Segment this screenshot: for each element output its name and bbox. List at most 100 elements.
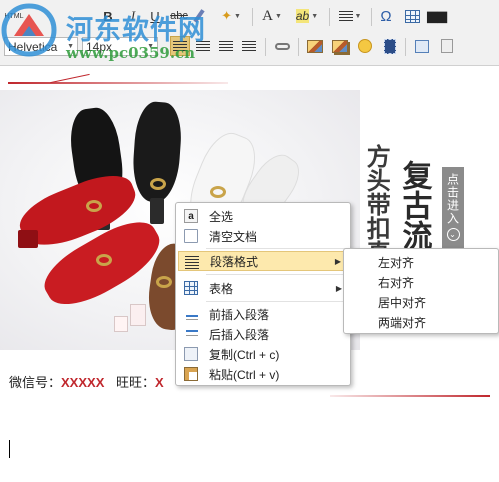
toolbar-separator <box>371 8 372 26</box>
chevron-down-icon: ▼ <box>274 12 282 20</box>
insert-table-button[interactable] <box>403 6 421 26</box>
context-menu-item-insert-paragraph-before[interactable]: 前插入段落 <box>178 304 348 324</box>
highlight-label: ab <box>295 9 310 23</box>
binoculars-icon: ▆▆ <box>427 8 447 23</box>
submenu-item-align-center[interactable]: 居中对齐 <box>346 292 496 312</box>
insert-multi-image-button[interactable] <box>330 36 350 56</box>
banner-headline-secondary: 方头带扣真 <box>362 144 392 264</box>
menu-separator <box>206 248 346 249</box>
watermark-title: 河东软件网 <box>66 15 206 46</box>
font-color-button[interactable]: A ▼ <box>258 6 286 26</box>
template-icon <box>415 39 429 53</box>
toolbar-separator <box>329 8 330 26</box>
context-menu-item-table[interactable]: 表格 ▶ <box>178 278 348 298</box>
table-icon <box>184 281 198 295</box>
menu-item-label: 清空文档 <box>209 229 258 244</box>
clipboard-icon <box>441 39 453 53</box>
insert-video-button[interactable] <box>380 36 400 56</box>
images-icon <box>332 39 348 53</box>
menu-item-label: 后插入段落 <box>209 327 270 342</box>
toolbar-separator <box>252 8 253 26</box>
menu-item-label: 粘贴(Ctrl + v) <box>209 367 280 382</box>
menu-item-label: 复制(Ctrl + c) <box>209 347 280 362</box>
line-height-button[interactable]: ▼ <box>335 6 365 26</box>
wangwang-label: 旺旺： <box>116 375 156 390</box>
gold-buckle <box>96 254 112 266</box>
align-justify-button[interactable] <box>239 36 259 56</box>
toolbar-separator <box>405 38 406 56</box>
chevron-down-icon: ▼ <box>354 12 362 20</box>
banner-enter-button[interactable]: 点击进入 ⌄ <box>442 167 464 249</box>
align-justify-icon <box>242 40 256 52</box>
insert-emoji-button[interactable] <box>355 36 375 56</box>
align-right-icon <box>219 40 233 52</box>
paste-plain-button[interactable] <box>437 36 457 56</box>
menu-item-label: 表格 <box>209 281 234 296</box>
smiley-icon <box>358 39 372 53</box>
link-icon <box>274 42 290 50</box>
image-icon <box>307 39 323 53</box>
watermark-url: www.pc0359.cn <box>66 44 196 62</box>
film-icon <box>384 38 396 54</box>
decorative-rule <box>330 395 490 397</box>
menu-separator <box>206 274 346 275</box>
paragraph-format-submenu: 左对齐 右对齐 居中对齐 两端对齐 <box>343 248 499 334</box>
red-shoe-heel <box>18 230 38 248</box>
banner-headline-primary: 复古流 <box>396 160 432 250</box>
gold-buckle <box>150 178 166 190</box>
chevron-down-circle-icon: ⌄ <box>446 228 460 241</box>
banner-enter-label: 点击进入 <box>445 173 460 225</box>
wangwang-value: X <box>155 375 164 390</box>
table-icon <box>404 9 420 23</box>
align-right-button[interactable] <box>216 36 236 56</box>
submenu-item-align-left[interactable]: 左对齐 <box>346 252 496 272</box>
highlight-color-button[interactable]: ab ▼ <box>291 6 323 26</box>
gold-buckle <box>156 276 172 288</box>
submenu-arrow-icon: ▶ <box>335 283 342 293</box>
insert-image-button[interactable] <box>305 36 325 56</box>
insert-paragraph-after-icon <box>184 327 198 341</box>
font-color-label: A <box>262 7 273 24</box>
context-menu-item-copy[interactable]: 复制(Ctrl + c) <box>178 344 348 364</box>
chevron-down-icon: ▼ <box>233 12 241 20</box>
menu-separator <box>206 301 346 302</box>
special-char-button[interactable]: Ω <box>377 6 395 26</box>
menu-item-label: 全选 <box>209 209 234 224</box>
insert-paragraph-before-icon <box>184 307 198 321</box>
chevron-down-icon: ▼ <box>311 12 319 20</box>
menu-item-label: 段落格式 <box>210 254 259 269</box>
menu-item-label: 前插入段落 <box>209 307 270 322</box>
submenu-arrow-icon: ▶ <box>334 256 341 266</box>
context-menu-item-paragraph-format[interactable]: 段落格式 ▶ <box>178 251 348 271</box>
context-menu-item-paste[interactable]: 粘贴(Ctrl + v) <box>178 364 348 384</box>
context-menu: a 全选 清空文档 段落格式 ▶ 表格 ▶ 前插入段落 后插入段落 复制(Ctr… <box>175 202 351 386</box>
paragraph-format-icon <box>185 256 199 270</box>
perfume-bottle <box>114 316 128 332</box>
copy-icon <box>184 347 198 361</box>
toolbar-separator <box>265 38 266 56</box>
gold-buckle <box>86 200 102 212</box>
gold-buckle <box>210 186 226 198</box>
perfume-bottle <box>130 304 146 326</box>
context-menu-item-clear-document[interactable]: 清空文档 <box>178 226 348 246</box>
insert-template-button[interactable] <box>412 36 432 56</box>
select-all-icon: a <box>184 209 198 223</box>
submenu-item-align-right[interactable]: 右对齐 <box>346 272 496 292</box>
editor-toolbar: HTML B I U abc ✦ ▼ A ▼ ab ▼ ▼ Ω ▆▆ Helvetic… <box>0 0 499 66</box>
magic-wand-button[interactable]: ✦ ▼ <box>216 6 246 26</box>
toolbar-separator <box>298 38 299 56</box>
context-menu-item-select-all[interactable]: a 全选 <box>178 206 348 226</box>
contact-line: 微信号：XXXXX 旺旺：X <box>9 372 164 391</box>
line-height-icon <box>338 10 353 22</box>
wechat-value: XXXXX <box>61 375 105 390</box>
paste-icon <box>184 367 198 381</box>
black-shoe-heel <box>150 198 164 224</box>
find-button[interactable]: ▆▆ <box>427 6 447 26</box>
wechat-label: 微信号： <box>9 375 62 390</box>
decorative-rule <box>8 82 228 84</box>
clear-document-icon <box>184 229 198 243</box>
context-menu-item-insert-paragraph-after[interactable]: 后插入段落 <box>178 324 348 344</box>
insert-link-button[interactable] <box>272 36 292 56</box>
watermark-logo <box>1 3 57 57</box>
submenu-item-justify[interactable]: 两端对齐 <box>346 312 496 332</box>
